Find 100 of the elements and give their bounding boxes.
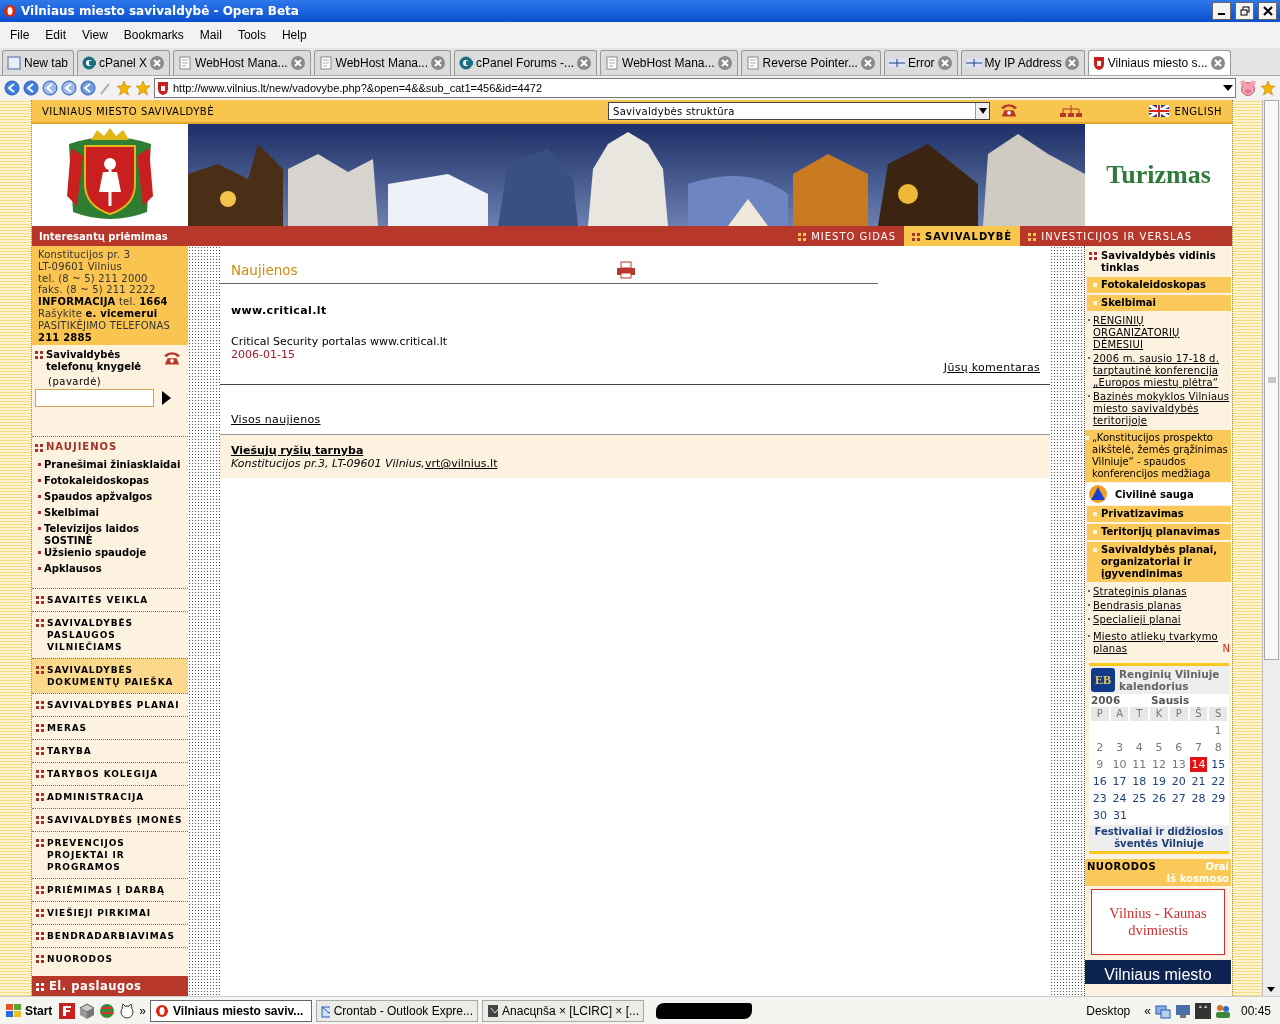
calendar-day[interactable]: 31 (1111, 808, 1129, 823)
browser-tab[interactable]: cPanel Forums -... (454, 50, 598, 75)
minimize-button[interactable] (1212, 2, 1231, 20)
calendar-day[interactable]: 10 (1110, 757, 1129, 772)
browser-tab[interactable]: Error (883, 50, 958, 75)
taskbar-button[interactable]: Crontab - Outlook Expre... (316, 999, 479, 1022)
browser-tab[interactable]: WebHost Mana... (600, 50, 738, 75)
star-icon[interactable] (135, 80, 151, 96)
browser-tab[interactable]: cPanel X (77, 50, 171, 75)
civil-defence-link[interactable]: Civilinė sauga (1085, 483, 1231, 505)
calendar-day[interactable]: 6 (1169, 740, 1188, 755)
triangle-icon[interactable] (162, 391, 171, 406)
browser-tab[interactable]: WebHost Mana... (173, 50, 311, 75)
menu-item[interactable]: Bookmarks (115, 28, 192, 42)
festivals-link[interactable]: Festivaliai ir didžiosios šventės Vilniuje (1089, 825, 1229, 851)
sitemap-icon[interactable] (1060, 105, 1082, 117)
calendar-day[interactable]: 1 (1209, 723, 1227, 738)
menu-item[interactable]: Tools (229, 28, 274, 42)
browser-tab[interactable]: My IP Address (960, 50, 1085, 75)
calendar-day[interactable]: 12 (1150, 757, 1168, 772)
calendar-day[interactable]: 25 (1130, 791, 1149, 806)
menu-item[interactable]: Help (273, 28, 315, 42)
banner-link[interactable]: Vilniaus miesto (1085, 960, 1231, 984)
calendar-day[interactable]: 7 (1189, 740, 1208, 755)
people-icon[interactable] (1214, 1002, 1231, 1019)
calendar-day[interactable]: 17 (1110, 774, 1129, 789)
news-link[interactable]: Spaudos apžvalgos (44, 491, 153, 504)
calendar-day[interactable]: 2 (1091, 740, 1109, 755)
announcement-link[interactable]: Strateginis planas (1093, 586, 1187, 598)
announcement-link[interactable]: 2006 m. sausio 17-18 d. tarptautinė konferencija „Europos miestų plėtra“ (1093, 353, 1230, 389)
scrollbar[interactable] (1262, 100, 1280, 996)
nav-tab[interactable]: SAVIVALDYBĖ (904, 226, 1021, 246)
announcement-link[interactable]: Miesto atliekų tvarkymo planas (1093, 631, 1220, 655)
reception-label[interactable]: Interesantų priėmimas (32, 230, 791, 242)
menu-item[interactable]: Edit (37, 28, 75, 42)
menu-link[interactable]: SAVIVALDYBĖS DOKUMENTŲ PAIEŠKA (32, 658, 188, 694)
circle-icon[interactable] (42, 80, 58, 96)
taskbar-button[interactable]: Vilniaus miesto saviv... (150, 999, 313, 1022)
pig-icon[interactable] (1239, 80, 1257, 96)
section-select[interactable]: Savivaldybės struktūra (608, 102, 990, 120)
news-heading[interactable]: NAUJIENOS (46, 441, 118, 453)
calendar-day[interactable]: 4 (1130, 740, 1149, 755)
announcement-link[interactable]: RENGINIŲ ORGANIZATORIŲ DĖMESIUI (1093, 315, 1230, 351)
calendar-day[interactable]: 9 (1091, 757, 1109, 772)
email-link[interactable]: vrt@vilnius.lt (424, 457, 498, 470)
calendar-day[interactable]: 14 (1189, 757, 1208, 772)
section-link[interactable]: Teritorijų planavimas (1087, 524, 1231, 540)
menu-item[interactable]: Mail (191, 28, 230, 42)
filezilla-icon[interactable] (59, 1002, 76, 1019)
calendar-day[interactable]: 28 (1189, 791, 1208, 806)
more-launch-icons[interactable]: » (139, 1003, 147, 1018)
menu-item[interactable]: File (2, 28, 38, 42)
announcement-link[interactable]: Bazinės mokyklos Vilniaus miesto savivaldybės teritorijoje (1093, 391, 1230, 427)
dropdown-icon[interactable] (1223, 84, 1233, 92)
intranet-heading[interactable]: Savivaldybės vidinis tinklas (1101, 250, 1229, 274)
news-link[interactable]: Apklausos (44, 563, 102, 576)
calendar-day[interactable]: 3 (1110, 740, 1129, 755)
close-icon[interactable] (1262, 6, 1273, 16)
news-link[interactable]: Užsienio spaudoje (44, 547, 147, 560)
news-link[interactable]: Televizijos laidos SOSTINĖ (44, 523, 185, 548)
calendar-day[interactable]: 15 (1209, 757, 1228, 772)
section-link[interactable]: Skelbimai (1087, 295, 1231, 311)
start-button[interactable]: Start (3, 1003, 56, 1018)
news-link[interactable]: Pranešimai žiniasklaidai (44, 459, 181, 472)
desktop-toolbar-label[interactable]: Desktop (1086, 1003, 1131, 1018)
dropdown-icon[interactable] (978, 108, 987, 114)
calendar-day[interactable]: 26 (1150, 791, 1168, 806)
surname-field[interactable] (35, 389, 154, 408)
calendar-day[interactable]: 30 (1091, 808, 1109, 823)
calendar-day[interactable]: 19 (1150, 774, 1168, 789)
calendar-title[interactable]: Renginių Vilniuje kalendorius (1119, 668, 1227, 692)
calendar-day[interactable]: 23 (1091, 791, 1109, 806)
calendar-day[interactable]: 21 (1189, 774, 1208, 789)
nav-tab[interactable]: MIESTO GIDAS (790, 226, 905, 246)
calendar-day[interactable]: 18 (1130, 774, 1149, 789)
calendar-day[interactable]: 24 (1110, 791, 1129, 806)
printer-icon[interactable] (616, 260, 636, 279)
browser-tab[interactable]: WebHost Mana... (313, 50, 452, 75)
calendar-day[interactable]: 8 (1209, 740, 1228, 755)
section-link[interactable]: Savivaldybės planai, organizatoriai ir įgyvendinimas (1087, 542, 1231, 582)
announcement-link[interactable]: Specialieji planai (1093, 614, 1181, 626)
nav-tab[interactable]: INVESTICIJOS IR VERSLAS (1020, 226, 1200, 246)
all-news-link[interactable]: Visos naujienos (231, 413, 321, 426)
section-link[interactable]: Fotokaleidoskopas (1087, 277, 1231, 293)
taskbar-button[interactable]: Anacцnša × [LCIRC] × [... (482, 999, 645, 1022)
menu-item[interactable]: View (74, 28, 116, 42)
phonebook-title[interactable]: Savivaldybės telefonų knygelė (46, 349, 160, 374)
language-link[interactable]: ENGLISH (1174, 105, 1222, 117)
restore-button[interactable] (1235, 2, 1254, 20)
calendar-day[interactable]: 29 (1209, 791, 1228, 806)
browser-tab[interactable]: Vilniaus miesto s... (1087, 50, 1231, 75)
calendar-day[interactable]: 22 (1209, 774, 1228, 789)
comment-link[interactable]: Jūsų komentaras (943, 361, 1040, 374)
grip-icon[interactable] (1267, 377, 1276, 383)
office-link[interactable]: Viešųjų ryšių tarnyba (231, 444, 1039, 457)
cube-icon[interactable] (79, 1002, 96, 1019)
browser-tab[interactable]: New tab (2, 50, 75, 75)
star-icon[interactable] (1260, 80, 1276, 96)
browser-tab[interactable]: Reverse Pointer... (740, 50, 881, 75)
address-field[interactable]: http://www.vilnius.lt/new/vadovybe.php?&open=4&&sub_cat1=456&id=4472 (154, 78, 1236, 98)
